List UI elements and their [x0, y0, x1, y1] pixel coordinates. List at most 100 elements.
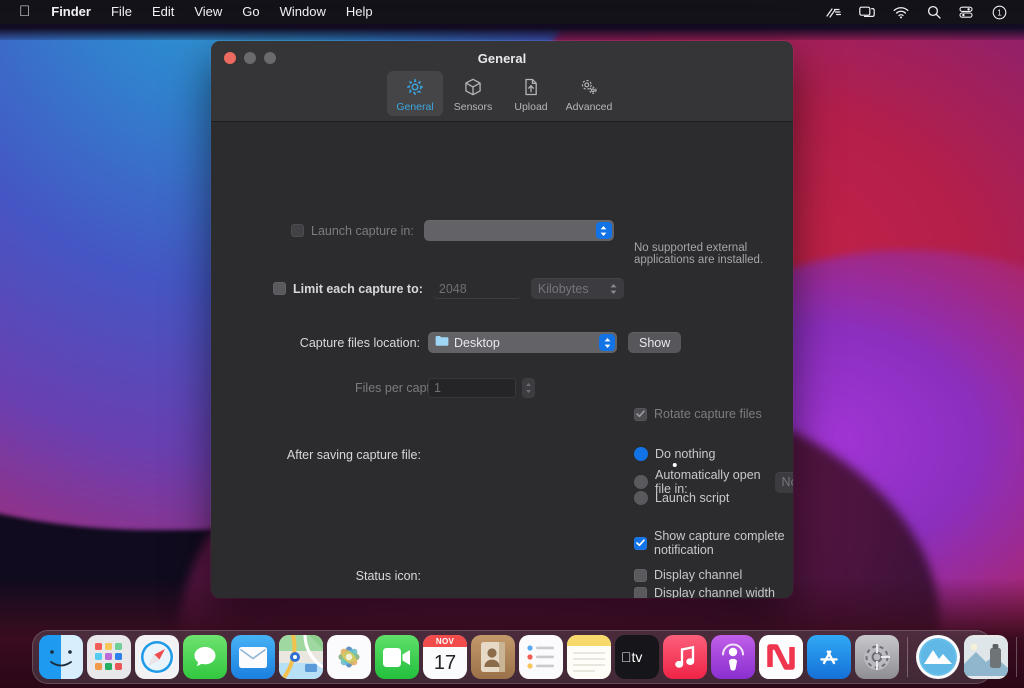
launch-capture-checkbox[interactable]	[291, 224, 304, 237]
dock-item-calendar[interactable]: NOV 17	[423, 635, 467, 679]
chevron-updown-icon	[599, 334, 615, 351]
show-button[interactable]: Show	[628, 332, 682, 353]
apple-menu-icon[interactable]: 	[8, 0, 41, 24]
menu-bar:  Finder File Edit View Go Window Help	[0, 0, 1024, 24]
control-center-icon[interactable]	[950, 0, 983, 24]
limit-capture-unit-value: Kilobytes	[537, 281, 589, 296]
svg-text:tv: tv	[621, 649, 642, 665]
display-channel-row[interactable]: Display channel	[634, 568, 742, 582]
dock: NOV 17 tv	[32, 630, 1017, 684]
radio-do-nothing[interactable]: Do nothing	[634, 447, 716, 467]
dock-item-maps[interactable]	[279, 635, 323, 679]
display-channel-width-checkbox[interactable]	[634, 586, 647, 598]
toolbar-tabs: General Sensors Upload Advanced	[211, 71, 793, 116]
chevron-updown-icon	[595, 222, 612, 239]
dock-item-notes[interactable]	[567, 635, 611, 679]
capture-location-value: Desktop	[454, 335, 500, 350]
dock-item-messages[interactable]	[183, 635, 227, 679]
chevron-updown-icon	[606, 280, 622, 297]
dock-item-mail[interactable]	[231, 635, 275, 679]
dock-item-news[interactable]	[759, 635, 803, 679]
display-channel-checkbox[interactable]	[634, 568, 647, 582]
menu-item-window[interactable]: Window	[270, 0, 336, 24]
capture-location-row: Capture files location: Desktop Show	[297, 332, 682, 353]
menu-item-file[interactable]: File	[101, 0, 142, 24]
tab-upload-label: Upload	[514, 101, 548, 113]
radio-auto-open-button[interactable]	[634, 475, 648, 489]
gear-icon	[405, 75, 425, 99]
spotlight-search-icon[interactable]	[918, 0, 950, 24]
dock-item-photos[interactable]	[327, 635, 371, 679]
upload-file-icon	[521, 75, 541, 99]
calendar-month: NOV	[423, 635, 467, 647]
dock-item-podcasts[interactable]	[711, 635, 755, 679]
files-per-capture-stepper[interactable]	[522, 378, 535, 398]
radio-do-nothing-label: Do nothing	[655, 447, 716, 461]
dock-item-preview[interactable]	[964, 635, 1008, 679]
show-notification-row[interactable]: Show capture complete notification	[634, 529, 793, 557]
radio-launch-script-button[interactable]	[634, 491, 648, 505]
menu-item-go[interactable]: Go	[232, 0, 269, 24]
preferences-window: General General Sensors Upload Advanced …	[211, 41, 793, 598]
radio-launch-script-label: Launch script	[655, 491, 730, 505]
dock-item-safari[interactable]	[135, 635, 179, 679]
tab-advanced[interactable]: Advanced	[561, 71, 617, 116]
wifi-icon[interactable]	[884, 0, 918, 24]
dock-item-music[interactable]	[663, 635, 707, 679]
auto-open-app-dropdown[interactable]: None	[774, 471, 793, 493]
tab-sensors[interactable]: Sensors	[445, 71, 501, 116]
limit-capture-unit-dropdown[interactable]: Kilobytes	[530, 278, 624, 299]
launch-capture-hint: No supported external applications are i…	[634, 242, 764, 266]
menu-item-edit[interactable]: Edit	[142, 0, 184, 24]
limit-capture-row: Limit each capture to: 2048 Kilobytes	[273, 278, 624, 299]
show-notification-checkbox[interactable]	[634, 536, 647, 550]
menu-item-view[interactable]: View	[184, 0, 232, 24]
radio-launch-script[interactable]: Launch script	[634, 491, 729, 505]
svg-text:1: 1	[997, 8, 1002, 17]
limit-capture-checkbox[interactable]	[273, 282, 286, 295]
dock-separator-1	[907, 637, 908, 677]
screen-mirroring-icon[interactable]	[850, 0, 884, 24]
dock-item-facetime[interactable]	[375, 635, 419, 679]
calendar-day: 17	[433, 651, 457, 674]
auto-open-app-value: None	[781, 475, 793, 489]
capture-location-label: Capture files location:	[299, 335, 420, 350]
tab-upload[interactable]: Upload	[503, 71, 559, 116]
after-saving-label-row: After saving capture file:	[271, 448, 421, 462]
dock-item-appletv[interactable]: tv	[615, 635, 659, 679]
rotate-capture-checkbox[interactable]	[634, 407, 647, 421]
window-titlebar: General General Sensors Upload Advanced	[211, 41, 793, 122]
rotate-capture-label: Rotate capture files	[654, 407, 762, 421]
show-notification-label: Show capture complete notification	[654, 529, 785, 557]
radio-do-nothing-button[interactable]	[634, 447, 677, 467]
menu-item-help[interactable]: Help	[336, 0, 383, 24]
preferences-body: Launch capture in: No supported external…	[211, 122, 793, 598]
user-account-icon[interactable]: 1	[983, 0, 1016, 24]
menu-item-finder[interactable]: Finder	[41, 0, 101, 24]
folder-icon	[435, 335, 449, 350]
dock-item-system-preferences[interactable]	[855, 635, 899, 679]
bandwidth-icon[interactable]	[817, 0, 850, 24]
desktop-screen:  Finder File Edit View Go Window Help	[0, 0, 1024, 688]
dock-item-reminders[interactable]	[519, 635, 563, 679]
dock-separator-2	[1016, 637, 1017, 677]
display-channel-width-row[interactable]: Display channel width	[634, 586, 775, 598]
launch-capture-dropdown[interactable]	[423, 220, 614, 241]
double-gear-icon	[579, 75, 599, 99]
dock-item-appstore[interactable]	[807, 635, 851, 679]
files-per-capture-row: Files per capture: 1	[355, 378, 535, 398]
dock-item-launchpad[interactable]	[87, 635, 131, 679]
limit-capture-input[interactable]: 2048	[432, 278, 521, 299]
files-per-capture-input[interactable]: 1	[428, 378, 516, 398]
rotate-capture-row: Rotate capture files	[634, 407, 762, 421]
limit-capture-value: 2048	[438, 281, 467, 296]
status-icon-label: Status icon:	[355, 569, 421, 583]
dock-item-packet-capture-app[interactable]	[916, 635, 960, 679]
dock-item-contacts[interactable]	[471, 635, 515, 679]
tab-general-label: General	[396, 101, 434, 113]
tab-general[interactable]: General	[387, 71, 443, 116]
launch-capture-label: Launch capture in:	[311, 223, 414, 238]
status-icon-label-row: Status icon:	[271, 569, 421, 583]
capture-location-dropdown[interactable]: Desktop	[428, 332, 617, 353]
dock-item-finder[interactable]	[39, 635, 83, 679]
